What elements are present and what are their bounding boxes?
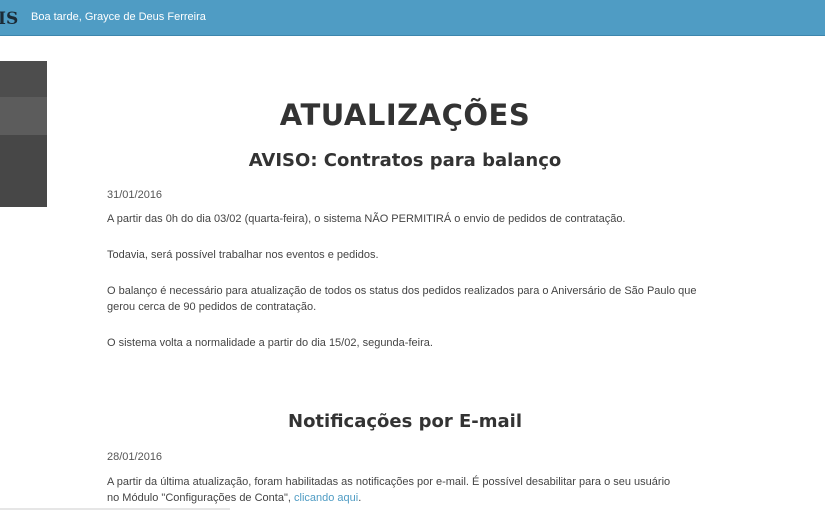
main-content: ATUALIZAÇÕES AVISO: Contratos para balan… [0, 0, 825, 510]
post-date: 31/01/2016 [107, 189, 163, 201]
settings-link[interactable]: clicando aqui [294, 492, 358, 504]
post-paragraph: A partir da última atualização, foram ha… [107, 474, 677, 506]
post-date: 28/01/2016 [107, 451, 163, 463]
post-paragraph: O balanço é necessário para atualização … [107, 285, 697, 313]
post-paragraph: O sistema volta a normalidade a partir d… [107, 337, 433, 349]
post-paragraph-end: . [358, 492, 362, 504]
post-paragraph: Todavia, será possível trabalhar nos eve… [107, 249, 379, 261]
post-title: Notificações por E-mail [288, 411, 522, 432]
post-paragraph-text: A partir da última atualização, foram ha… [107, 476, 671, 504]
post-title: AVISO: Contratos para balanço [248, 150, 562, 171]
post-paragraph: A partir das 0h do dia 03/02 (quarta-fei… [107, 213, 626, 225]
page-title: ATUALIZAÇÕES [279, 98, 531, 132]
